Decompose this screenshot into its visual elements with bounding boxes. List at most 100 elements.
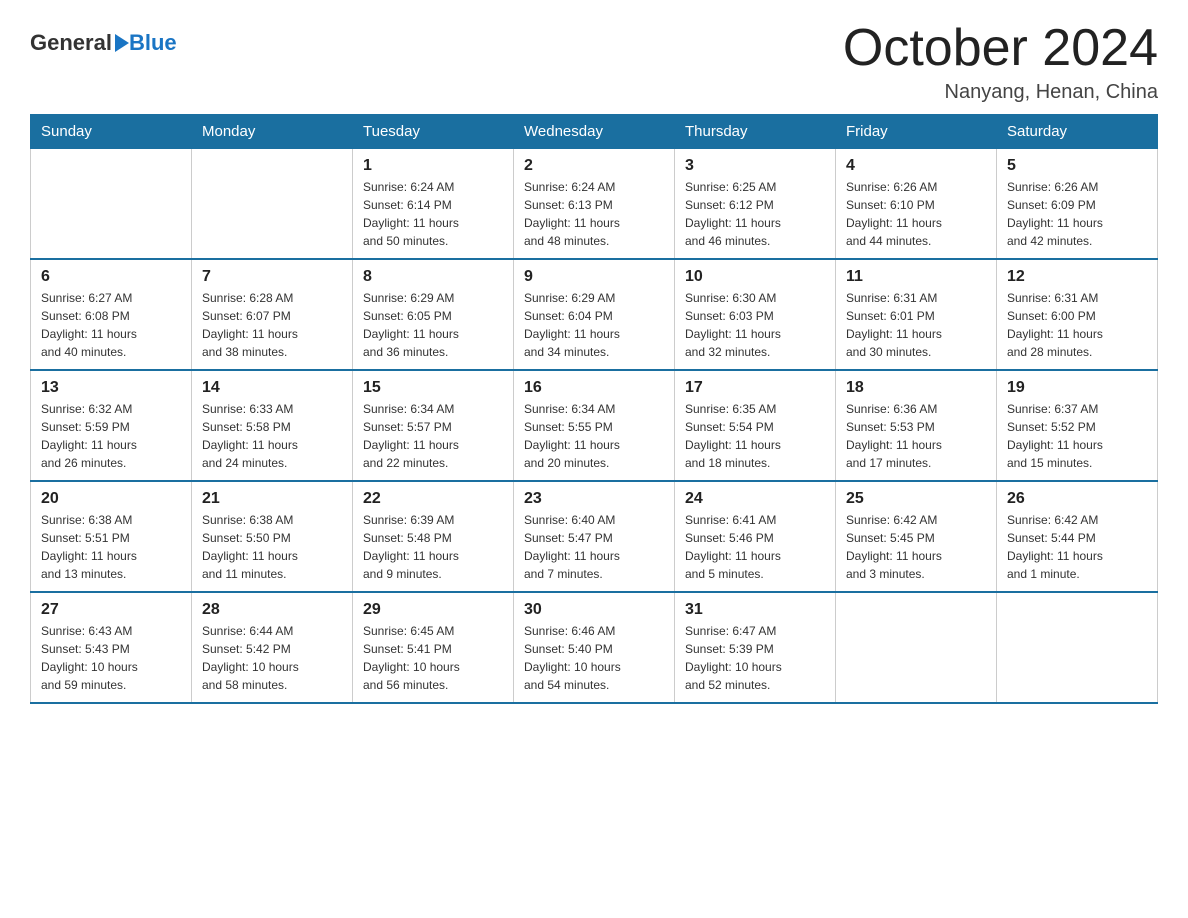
day-number: 22 [363, 490, 503, 508]
day-number: 23 [524, 490, 664, 508]
calendar-cell: 31 Sunrise: 6:47 AM Sunset: 5:39 PM Dayli… [675, 592, 836, 703]
col-thursday: Thursday [675, 115, 836, 149]
day-info: Sunrise: 6:45 AM Sunset: 5:41 PM Dayligh… [363, 624, 460, 692]
calendar-cell: 13 Sunrise: 6:32 AM Sunset: 5:59 PM Dayli… [31, 370, 192, 481]
calendar-cell: 28Sunrise: 6:44 AM Sunset: 5:42 PM Dayli… [192, 592, 353, 703]
day-number: 20 [41, 490, 181, 508]
day-info: Sunrise: 6:37 AM Sunset: 5:52 PM Dayligh… [1007, 402, 1103, 470]
logo-arrow-icon [115, 34, 129, 52]
col-wednesday: Wednesday [514, 115, 675, 149]
calendar-week-4: 20 Sunrise: 6:38 AM Sunset: 5:51 PM Dayli… [31, 481, 1158, 592]
day-info: Sunrise: 6:38 AM Sunset: 5:51 PM Dayligh… [41, 513, 137, 581]
day-number: 4 [846, 157, 986, 175]
calendar-cell: 19 Sunrise: 6:37 AM Sunset: 5:52 PM Dayli… [997, 370, 1158, 481]
calendar-cell: 8 Sunrise: 6:29 AM Sunset: 6:05 PM Daylig… [353, 259, 514, 370]
day-number: 7 [202, 268, 342, 286]
calendar-week-3: 13 Sunrise: 6:32 AM Sunset: 5:59 PM Dayli… [31, 370, 1158, 481]
day-number: 12 [1007, 268, 1147, 286]
day-info: Sunrise: 6:47 AM Sunset: 5:39 PM Dayligh… [685, 624, 782, 692]
title-block: October 2024 Nanyang, Henan, China [843, 20, 1158, 104]
day-number: 5 [1007, 157, 1147, 175]
day-info: Sunrise: 6:36 AM Sunset: 5:53 PM Dayligh… [846, 402, 942, 470]
calendar-cell: 24 Sunrise: 6:41 AM Sunset: 5:46 PM Dayli… [675, 481, 836, 592]
calendar-cell: 16 Sunrise: 6:34 AM Sunset: 5:55 PM Dayli… [514, 370, 675, 481]
day-number: 15 [363, 379, 503, 397]
day-info: Sunrise: 6:39 AM Sunset: 5:48 PM Dayligh… [363, 513, 459, 581]
calendar-cell: 23 Sunrise: 6:40 AM Sunset: 5:47 PM Dayli… [514, 481, 675, 592]
col-monday: Monday [192, 115, 353, 149]
calendar-cell: 10Sunrise: 6:30 AM Sunset: 6:03 PM Dayli… [675, 259, 836, 370]
day-number: 31 [685, 601, 825, 619]
day-number: 25 [846, 490, 986, 508]
day-info: Sunrise: 6:26 AM Sunset: 6:09 PM Dayligh… [1007, 180, 1103, 248]
calendar-cell: 14 Sunrise: 6:33 AM Sunset: 5:58 PM Dayli… [192, 370, 353, 481]
day-number: 9 [524, 268, 664, 286]
col-tuesday: Tuesday [353, 115, 514, 149]
calendar-week-1: 1Sunrise: 6:24 AM Sunset: 6:14 PM Daylig… [31, 149, 1158, 260]
col-saturday: Saturday [997, 115, 1158, 149]
calendar-week-5: 27 Sunrise: 6:43 AM Sunset: 5:43 PM Dayli… [31, 592, 1158, 703]
calendar-cell: 21Sunrise: 6:38 AM Sunset: 5:50 PM Dayli… [192, 481, 353, 592]
calendar-cell: 9 Sunrise: 6:29 AM Sunset: 6:04 PM Daylig… [514, 259, 675, 370]
day-number: 8 [363, 268, 503, 286]
day-number: 2 [524, 157, 664, 175]
day-info: Sunrise: 6:44 AM Sunset: 5:42 PM Dayligh… [202, 624, 299, 692]
calendar-header-row: Sunday Monday Tuesday Wednesday Thursday… [31, 115, 1158, 149]
day-info: Sunrise: 6:40 AM Sunset: 5:47 PM Dayligh… [524, 513, 620, 581]
logo-blue-text: Blue [129, 30, 177, 56]
day-number: 29 [363, 601, 503, 619]
day-info: Sunrise: 6:33 AM Sunset: 5:58 PM Dayligh… [202, 402, 298, 470]
day-number: 26 [1007, 490, 1147, 508]
day-number: 19 [1007, 379, 1147, 397]
day-number: 10 [685, 268, 825, 286]
calendar-cell: 27 Sunrise: 6:43 AM Sunset: 5:43 PM Dayli… [31, 592, 192, 703]
calendar-cell: 18 Sunrise: 6:36 AM Sunset: 5:53 PM Dayli… [836, 370, 997, 481]
day-info: Sunrise: 6:31 AM Sunset: 6:00 PM Dayligh… [1007, 291, 1103, 359]
day-number: 16 [524, 379, 664, 397]
calendar-cell: 29 Sunrise: 6:45 AM Sunset: 5:41 PM Dayli… [353, 592, 514, 703]
day-info: Sunrise: 6:41 AM Sunset: 5:46 PM Dayligh… [685, 513, 781, 581]
day-info: Sunrise: 6:29 AM Sunset: 6:05 PM Dayligh… [363, 291, 459, 359]
day-number: 13 [41, 379, 181, 397]
day-info: Sunrise: 6:24 AM Sunset: 6:13 PM Dayligh… [524, 180, 620, 248]
page-header: General Blue October 2024 Nanyang, Henan… [30, 20, 1158, 104]
calendar-cell: 7 Sunrise: 6:28 AM Sunset: 6:07 PM Daylig… [192, 259, 353, 370]
day-number: 11 [846, 268, 986, 286]
calendar-cell: 6 Sunrise: 6:27 AM Sunset: 6:08 PM Daylig… [31, 259, 192, 370]
day-number: 3 [685, 157, 825, 175]
day-info: Sunrise: 6:24 AM Sunset: 6:14 PM Dayligh… [363, 180, 459, 248]
calendar-cell: 20 Sunrise: 6:38 AM Sunset: 5:51 PM Dayli… [31, 481, 192, 592]
calendar-table: Sunday Monday Tuesday Wednesday Thursday… [30, 114, 1158, 704]
day-number: 24 [685, 490, 825, 508]
day-info: Sunrise: 6:29 AM Sunset: 6:04 PM Dayligh… [524, 291, 620, 359]
calendar-week-2: 6 Sunrise: 6:27 AM Sunset: 6:08 PM Daylig… [31, 259, 1158, 370]
day-info: Sunrise: 6:42 AM Sunset: 5:44 PM Dayligh… [1007, 513, 1103, 581]
logo-text-general: General [30, 30, 112, 55]
col-sunday: Sunday [31, 115, 192, 149]
calendar-cell [997, 592, 1158, 703]
calendar-cell: 15Sunrise: 6:34 AM Sunset: 5:57 PM Dayli… [353, 370, 514, 481]
day-number: 21 [202, 490, 342, 508]
calendar-cell: 26 Sunrise: 6:42 AM Sunset: 5:44 PM Dayli… [997, 481, 1158, 592]
day-number: 6 [41, 268, 181, 286]
calendar-cell: 17 Sunrise: 6:35 AM Sunset: 5:54 PM Dayli… [675, 370, 836, 481]
day-info: Sunrise: 6:35 AM Sunset: 5:54 PM Dayligh… [685, 402, 781, 470]
calendar-cell: 12 Sunrise: 6:31 AM Sunset: 6:00 PM Dayli… [997, 259, 1158, 370]
logo-general-text: General [30, 30, 129, 56]
day-number: 17 [685, 379, 825, 397]
day-number: 27 [41, 601, 181, 619]
calendar-cell: 11 Sunrise: 6:31 AM Sunset: 6:01 PM Dayli… [836, 259, 997, 370]
day-info: Sunrise: 6:42 AM Sunset: 5:45 PM Dayligh… [846, 513, 942, 581]
day-number: 14 [202, 379, 342, 397]
day-info: Sunrise: 6:28 AM Sunset: 6:07 PM Dayligh… [202, 291, 298, 359]
day-info: Sunrise: 6:34 AM Sunset: 5:55 PM Dayligh… [524, 402, 620, 470]
day-info: Sunrise: 6:43 AM Sunset: 5:43 PM Dayligh… [41, 624, 138, 692]
calendar-cell [31, 149, 192, 260]
month-title: October 2024 [843, 20, 1158, 77]
day-info: Sunrise: 6:32 AM Sunset: 5:59 PM Dayligh… [41, 402, 137, 470]
calendar-cell: 3 Sunrise: 6:25 AM Sunset: 6:12 PM Daylig… [675, 149, 836, 260]
day-number: 18 [846, 379, 986, 397]
day-info: Sunrise: 6:25 AM Sunset: 6:12 PM Dayligh… [685, 180, 781, 248]
day-info: Sunrise: 6:27 AM Sunset: 6:08 PM Dayligh… [41, 291, 137, 359]
day-info: Sunrise: 6:31 AM Sunset: 6:01 PM Dayligh… [846, 291, 942, 359]
